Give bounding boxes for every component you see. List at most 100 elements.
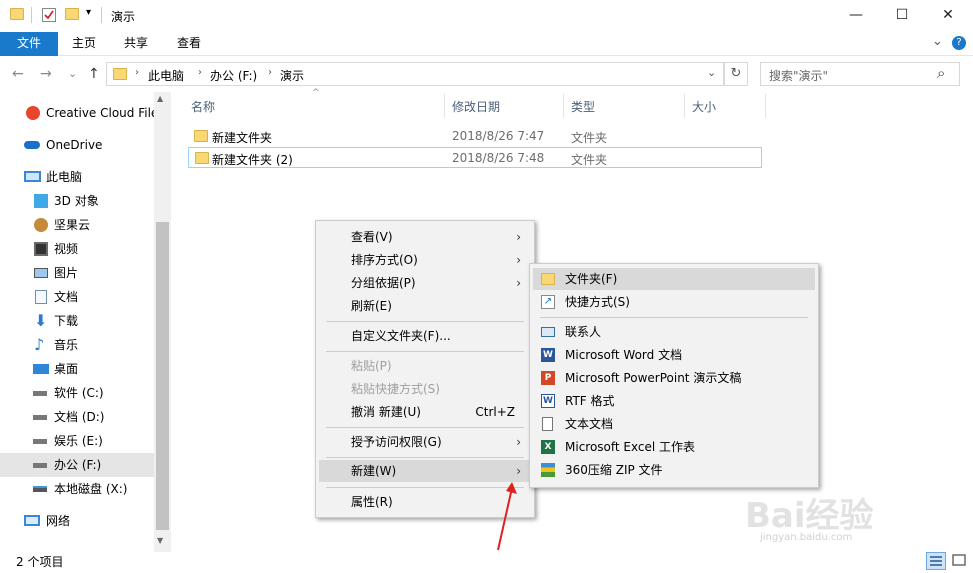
- sidebar-item-drive-e[interactable]: 娱乐 (E:): [0, 429, 154, 453]
- chevron-right-icon: ›: [516, 253, 521, 267]
- maximize-button[interactable]: ☐: [879, 0, 925, 30]
- tab-home[interactable]: 主页: [64, 32, 104, 56]
- large-icons-view-button[interactable]: [950, 552, 970, 570]
- submenu-item-shortcut[interactable]: ↗ 快捷方式(S): [533, 291, 815, 313]
- search-input[interactable]: 搜索"演示" ⌕: [760, 62, 960, 86]
- sidebar-item-label: 3D 对象: [54, 194, 99, 208]
- chevron-right-icon: ›: [516, 230, 521, 244]
- breadcrumb-separator: ›: [135, 67, 139, 78]
- breadcrumb-drive-f[interactable]: 办公 (F:): [210, 67, 257, 84]
- submenu-item-contact[interactable]: 联系人: [533, 321, 815, 343]
- menu-item-grant-access[interactable]: 授予访问权限(G) ›: [319, 431, 531, 453]
- new-folder-quick-icon[interactable]: [65, 8, 79, 20]
- menu-item-label: 自定义文件夹(F)...: [351, 329, 451, 343]
- close-button[interactable]: ✕: [925, 0, 971, 30]
- scrollbar-thumb[interactable]: [156, 222, 169, 530]
- sidebar-item-3d-objects[interactable]: 3D 对象: [0, 189, 154, 213]
- breadcrumb-this-pc[interactable]: 此电脑: [148, 67, 184, 84]
- sidebar-item-documents[interactable]: 文档: [0, 285, 154, 309]
- tab-file[interactable]: 文件: [0, 32, 58, 56]
- menu-item-group[interactable]: 分组依据(P) ›: [319, 272, 531, 294]
- submenu-item-folder[interactable]: 文件夹(F): [533, 268, 815, 290]
- submenu-item-powerpoint[interactable]: P Microsoft PowerPoint 演示文稿: [533, 367, 815, 389]
- column-header-size[interactable]: 大小: [692, 98, 716, 116]
- column-divider[interactable]: [684, 94, 685, 118]
- column-divider[interactable]: [563, 94, 564, 118]
- help-icon[interactable]: ?: [952, 36, 966, 50]
- customize-quick-access-icon[interactable]: ▾: [86, 7, 91, 18]
- context-menu: 查看(V) › 排序方式(O) › 分组依据(P) › 刷新(E) 自定义文件夹…: [315, 220, 535, 518]
- sidebar-item-drive-c[interactable]: 软件 (C:): [0, 381, 154, 405]
- column-divider[interactable]: [444, 94, 445, 118]
- tab-view[interactable]: 查看: [169, 32, 209, 56]
- sidebar-item-label: 文档: [54, 290, 79, 304]
- contact-icon: [541, 327, 555, 337]
- column-divider[interactable]: [765, 94, 766, 118]
- folder-icon: [113, 68, 127, 80]
- sidebar-item-label: OneDrive: [46, 138, 103, 152]
- breadcrumb-current[interactable]: 演示: [280, 67, 304, 84]
- scroll-down-icon[interactable]: ▼: [157, 536, 163, 545]
- forward-button[interactable]: →: [40, 66, 52, 82]
- properties-quick-icon[interactable]: [42, 8, 56, 22]
- menu-item-paste-shortcut[interactable]: 粘贴快捷方式(S): [319, 378, 531, 400]
- submenu-item-word[interactable]: W Microsoft Word 文档: [533, 344, 815, 366]
- minimize-button[interactable]: —: [833, 0, 879, 30]
- menu-item-label: 刷新(E): [351, 299, 392, 313]
- nutstore-icon: [34, 218, 48, 232]
- sidebar-item-this-pc[interactable]: 此电脑: [0, 165, 154, 189]
- scroll-up-icon[interactable]: ▲: [157, 94, 163, 103]
- menu-item-customize-folder[interactable]: 自定义文件夹(F)...: [319, 325, 531, 347]
- menu-separator: [326, 321, 524, 322]
- sidebar-item-label: 软件 (C:): [54, 386, 104, 400]
- menu-item-new[interactable]: 新建(W) ›: [319, 460, 531, 482]
- sidebar-item-creative-cloud[interactable]: Creative Cloud Files: [0, 101, 154, 125]
- menu-item-label: Microsoft PowerPoint 演示文稿: [565, 371, 742, 385]
- sidebar-item-pictures[interactable]: 图片: [0, 261, 154, 285]
- column-header-type[interactable]: 类型: [571, 98, 595, 116]
- up-button[interactable]: ↑: [88, 66, 100, 82]
- table-row[interactable]: 新建文件夹 (2) 2018/8/26 7:48 文件夹: [188, 147, 762, 168]
- sidebar-item-drive-d[interactable]: 文档 (D:): [0, 405, 154, 429]
- column-header-modified[interactable]: 修改日期: [452, 98, 500, 116]
- menu-item-undo[interactable]: 撤消 新建(U) Ctrl+Z: [319, 401, 531, 423]
- sidebar-item-desktop[interactable]: 桌面: [0, 357, 154, 381]
- menu-item-label: 授予访问权限(G): [351, 435, 442, 449]
- folder-icon: [541, 273, 555, 285]
- tab-share[interactable]: 共享: [116, 32, 156, 56]
- menu-separator: [326, 427, 524, 428]
- sidebar-item-label: 网络: [46, 514, 71, 528]
- sidebar-item-music[interactable]: ♪ 音乐: [0, 333, 154, 357]
- excel-icon: X: [541, 440, 555, 454]
- sidebar-item-drive-x[interactable]: 本地磁盘 (X:): [0, 477, 154, 501]
- ribbon-expand-icon[interactable]: ⌄: [932, 34, 943, 49]
- details-view-button[interactable]: [926, 552, 946, 570]
- refresh-button[interactable]: ↻: [724, 62, 748, 86]
- watermark-logo: Bai经验: [745, 496, 874, 536]
- sidebar-item-videos[interactable]: 视频: [0, 237, 154, 261]
- onedrive-icon: [24, 141, 40, 149]
- submenu-item-text[interactable]: 文本文档: [533, 413, 815, 435]
- sidebar-item-nutstore[interactable]: 坚果云: [0, 213, 154, 237]
- drive-icon: [33, 415, 47, 420]
- submenu-item-rtf[interactable]: W RTF 格式: [533, 390, 815, 412]
- address-bar[interactable]: › 此电脑 › 办公 (F:) › 演示 ⌄: [106, 62, 724, 86]
- menu-item-sort[interactable]: 排序方式(O) ›: [319, 249, 531, 271]
- table-row[interactable]: 新建文件夹 2018/8/26 7:47 文件夹: [188, 126, 762, 147]
- menu-item-view[interactable]: 查看(V) ›: [319, 226, 531, 248]
- address-dropdown-icon[interactable]: ⌄: [707, 66, 716, 79]
- title-bar: ▾ 演示 — ☐ ✕: [0, 0, 973, 32]
- recent-locations-button[interactable]: ⌄: [68, 67, 77, 80]
- sidebar-item-onedrive[interactable]: OneDrive: [0, 133, 154, 157]
- sidebar-item-network[interactable]: 网络: [0, 509, 154, 533]
- submenu-item-zip[interactable]: 360压缩 ZIP 文件: [533, 459, 815, 481]
- menu-item-refresh[interactable]: 刷新(E): [319, 295, 531, 317]
- sidebar-item-drive-f[interactable]: 办公 (F:): [0, 453, 154, 477]
- column-header-name[interactable]: 名称: [191, 98, 215, 116]
- menu-item-paste[interactable]: 粘贴(P): [319, 355, 531, 377]
- back-button[interactable]: ←: [12, 66, 24, 82]
- menu-item-label: Microsoft Excel 工作表: [565, 440, 696, 454]
- sidebar-item-downloads[interactable]: ⬇ 下载: [0, 309, 154, 333]
- new-submenu: 文件夹(F) ↗ 快捷方式(S) 联系人 W Microsoft Word 文档…: [529, 263, 819, 488]
- submenu-item-excel[interactable]: X Microsoft Excel 工作表: [533, 436, 815, 458]
